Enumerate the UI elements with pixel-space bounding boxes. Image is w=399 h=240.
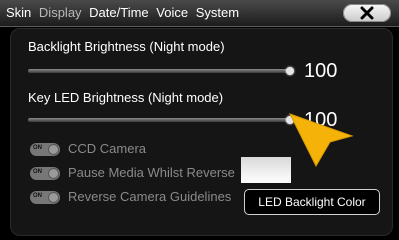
close-icon [360, 6, 374, 20]
tab-skin[interactable]: Skin [6, 5, 31, 20]
settings-screen: Skin Display Date/Time Voice System Back… [0, 0, 399, 240]
reverse-guidelines-row: ON Reverse Camera Guidelines [30, 189, 232, 205]
key-led-brightness-label: Key LED Brightness (Night mode) [28, 90, 224, 105]
backlight-brightness-label: Backlight Brightness (Night mode) [28, 39, 225, 54]
ccd-camera-label: CCD Camera [68, 141, 147, 156]
tab-date-time[interactable]: Date/Time [89, 5, 148, 20]
key-led-brightness-slider[interactable] [28, 118, 290, 122]
led-backlight-color-button[interactable]: LED Backlight Color [244, 189, 380, 215]
tab-voice[interactable]: Voice [156, 5, 188, 20]
pause-media-row: ON Pause Media Whilst Reverse [30, 165, 235, 181]
backlight-slider-knob[interactable] [286, 67, 294, 75]
tab-display[interactable]: Display [39, 5, 82, 20]
tab-system[interactable]: System [196, 5, 239, 20]
led-color-swatch[interactable] [241, 157, 291, 183]
pause-media-toggle[interactable]: ON [30, 167, 60, 181]
tab-bar: Skin Display Date/Time Voice System [0, 0, 399, 27]
pause-media-label: Pause Media Whilst Reverse [68, 165, 235, 180]
ccd-camera-toggle[interactable]: ON [30, 143, 60, 157]
reverse-guidelines-label: Reverse Camera Guidelines [68, 189, 232, 204]
ccd-camera-row: ON CCD Camera [30, 141, 147, 157]
reverse-guidelines-toggle[interactable]: ON [30, 191, 60, 205]
backlight-brightness-value: 100 [304, 60, 338, 82]
arrow-pointer-icon [288, 113, 354, 168]
close-button[interactable] [343, 4, 391, 22]
tabs: Skin Display Date/Time Voice System [6, 5, 243, 20]
backlight-brightness-slider[interactable] [28, 69, 290, 73]
